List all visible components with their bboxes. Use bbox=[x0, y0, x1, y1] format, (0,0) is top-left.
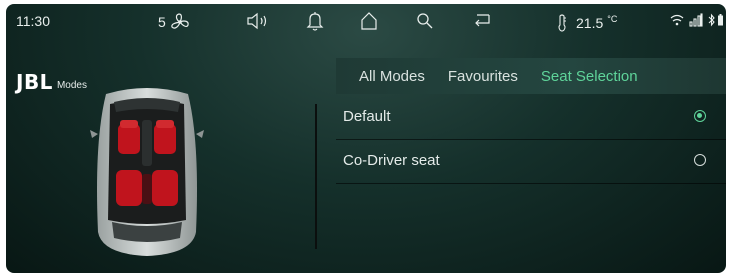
bell-icon[interactable] bbox=[306, 11, 324, 31]
seat-option-list: Default Co-Driver seat bbox=[336, 96, 726, 184]
tab-seat-selection[interactable]: Seat Selection bbox=[541, 68, 638, 85]
radio-unselected-icon[interactable] bbox=[694, 154, 706, 166]
option-label: Default bbox=[343, 108, 391, 125]
radio-selected-icon[interactable] bbox=[694, 110, 706, 122]
volume-icon[interactable] bbox=[246, 12, 272, 30]
rear-left-seat[interactable] bbox=[116, 170, 142, 206]
mode-tabs: All Modes Favourites Seat Selection bbox=[336, 58, 726, 94]
tab-favourites[interactable]: Favourites bbox=[448, 68, 518, 85]
fan-icon bbox=[170, 13, 190, 31]
rear-center-seat[interactable] bbox=[142, 174, 152, 204]
option-default[interactable]: Default bbox=[336, 96, 726, 140]
modes-label: Modes bbox=[56, 80, 87, 91]
option-label: Co-Driver seat bbox=[343, 152, 440, 169]
jbl-logo: JBL bbox=[16, 70, 53, 94]
panel-divider bbox=[315, 104, 317, 249]
status-bar: 11:30 5 21.5 °C bbox=[6, 4, 726, 40]
fan-level: 5 bbox=[158, 14, 166, 30]
tab-all-modes[interactable]: All Modes bbox=[359, 68, 425, 85]
front-left-seat[interactable] bbox=[118, 120, 140, 154]
connectivity-indicators bbox=[670, 13, 724, 27]
wifi-icon bbox=[670, 13, 684, 27]
clock: 11:30 bbox=[16, 13, 50, 29]
jbl-modes-brand: JBL Modes bbox=[16, 70, 87, 94]
infotainment-screen: 11:30 5 21.5 °C JBL Modes All Modes Favo… bbox=[6, 4, 726, 273]
bluetooth-icon bbox=[708, 13, 716, 27]
front-right-seat[interactable] bbox=[154, 120, 176, 154]
temperature-value: 21.5 bbox=[576, 15, 604, 31]
home-icon[interactable] bbox=[360, 11, 378, 31]
thermometer-icon bbox=[556, 13, 568, 33]
battery-icon bbox=[717, 13, 724, 27]
back-icon[interactable] bbox=[472, 12, 492, 28]
search-icon[interactable] bbox=[416, 12, 434, 30]
temperature-unit: °C bbox=[607, 14, 618, 24]
rear-right-seat[interactable] bbox=[152, 170, 178, 206]
signal-icon bbox=[689, 13, 703, 27]
option-co-driver-seat[interactable]: Co-Driver seat bbox=[336, 140, 726, 184]
car-top-view bbox=[88, 82, 206, 262]
temperature-display[interactable]: 21.5 °C bbox=[556, 13, 617, 33]
fan-control[interactable]: 5 bbox=[158, 13, 190, 31]
